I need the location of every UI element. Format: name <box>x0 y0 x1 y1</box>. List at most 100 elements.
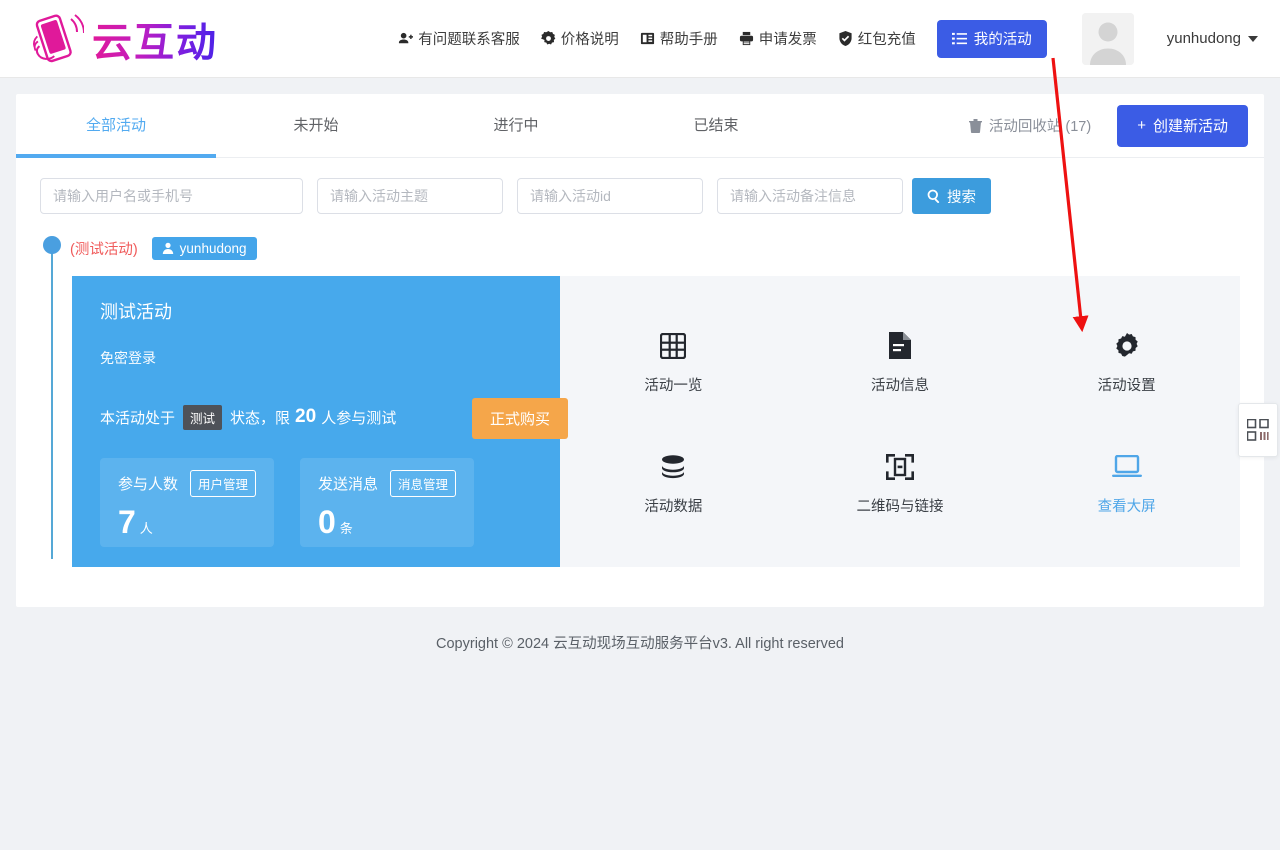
main-panel: 全部活动 未开始 进行中 已结束 活动回收站 (17) + 创建新活动 搜索 (… <box>16 94 1278 607</box>
user-support-icon <box>398 31 414 46</box>
phone-hand-icon <box>26 11 85 67</box>
tool-label: 活动信息 <box>870 377 929 394</box>
stat-unit: 条 <box>339 521 353 536</box>
nav-item-label: 帮助手册 <box>659 32 718 48</box>
tool-label: 二维码与链接 <box>856 499 944 516</box>
printer-icon <box>739 31 754 46</box>
stat-unit: 人 <box>139 521 153 536</box>
stat-label: 参与人数 <box>118 476 179 493</box>
activity-subtitle: 免密登录 <box>100 350 156 366</box>
activity-tools: 活动一览 活动信息 活动设置 活动数据 二维码与链接 查看大屏 <box>560 276 1240 567</box>
status-limit-number: 20 <box>295 406 317 427</box>
nav-item-help-manual[interactable]: 帮助手册 <box>640 28 718 49</box>
nav-item-label: 有问题联系客服 <box>418 32 520 48</box>
status-prefix: 本活动处于 <box>100 409 176 427</box>
tab-ended[interactable]: 已结束 <box>616 94 816 157</box>
tool-qrcode-and-link[interactable]: 二维码与链接 <box>856 452 943 516</box>
gear-icon <box>1114 331 1140 361</box>
logo[interactable]: 云互动 <box>26 10 218 68</box>
nav-item-label: 申请发票 <box>758 32 817 48</box>
activity-header: (测试活动) yunhudong <box>70 236 1264 260</box>
avatar[interactable] <box>1081 12 1134 65</box>
tool-activity-settings[interactable]: 活动设置 <box>1098 331 1156 395</box>
user-management-button[interactable]: 用户管理 <box>190 470 257 497</box>
logo-text: 云互动 <box>92 10 218 68</box>
activity-list: (测试活动) yunhudong 测试活动 免密登录 本活动处于 测试 状态，限… <box>16 228 1264 567</box>
book-icon <box>640 31 655 46</box>
tool-view-bigscreen[interactable]: 查看大屏 <box>1098 452 1156 516</box>
nav-item-redpacket-recharge[interactable]: 红包充值 <box>838 28 916 49</box>
purchase-button[interactable]: 正式购买 <box>471 398 568 439</box>
price-tag-icon <box>540 31 556 46</box>
activity-card-summary: 测试活动 免密登录 本活动处于 测试 状态，限 20 人参与测试 正式购买 参与… <box>72 276 568 567</box>
timeline-line <box>51 252 53 559</box>
activity-status-line: 本活动处于 测试 状态，限 20 人参与测试 正式购买 <box>100 398 568 439</box>
plus-icon: + <box>1137 117 1146 134</box>
recycle-bin-label: 活动回收站 (17) <box>988 119 1092 135</box>
stat-value: 0 <box>318 504 336 540</box>
nav-item-label: 价格说明 <box>560 32 619 48</box>
owner-name: yunhudong <box>179 240 247 256</box>
status-suffix: 人参与测试 <box>321 409 397 427</box>
nav-item-invoice[interactable]: 申请发票 <box>739 28 817 49</box>
stat-messages: 发送消息 消息管理 0 条 <box>300 458 474 547</box>
activity-owner-badge[interactable]: yunhudong <box>151 236 257 260</box>
activity-card: 测试活动 免密登录 本活动处于 测试 状态，限 20 人参与测试 正式购买 参与… <box>72 276 1240 567</box>
search-input-activity-id[interactable] <box>517 178 703 214</box>
qr-scan-icon <box>885 452 914 482</box>
user-menu[interactable]: yunhudong <box>1167 30 1258 47</box>
database-icon <box>660 452 686 482</box>
create-activity-button[interactable]: + 创建新活动 <box>1117 104 1248 147</box>
shield-check-icon <box>838 31 853 46</box>
search-icon <box>927 189 940 203</box>
qr-code-icon <box>1247 419 1269 441</box>
chevron-down-icon <box>1248 35 1258 42</box>
tool-label: 查看大屏 <box>1097 499 1156 516</box>
search-input-topic[interactable] <box>317 178 503 214</box>
nav-item-price[interactable]: 价格说明 <box>540 28 619 49</box>
tab-all-activities[interactable]: 全部活动 <box>16 94 216 158</box>
status-mid: 状态，限 <box>230 409 291 427</box>
tool-label: 活动一览 <box>644 377 703 394</box>
search-input-remark[interactable] <box>717 178 903 214</box>
my-activity-button[interactable]: 我的活动 <box>936 19 1047 58</box>
nav-item-label: 红包充值 <box>857 32 916 48</box>
username-label: yunhudong <box>1166 30 1241 47</box>
tool-activity-info[interactable]: 活动信息 <box>871 331 929 395</box>
tab-in-progress[interactable]: 进行中 <box>416 94 616 157</box>
search-button-label: 搜索 <box>947 189 976 206</box>
footer: Copyright © 2024 云互动现场互动服务平台v3. All righ… <box>436 636 844 652</box>
stat-value: 7 <box>118 504 136 540</box>
header-nav: 有问题联系客服 价格说明 帮助手册 申请发票 红包充值 我的活动 yunhudo… <box>398 12 1258 65</box>
search-input-username[interactable] <box>40 178 303 214</box>
tool-activity-data[interactable]: 活动数据 <box>644 452 702 516</box>
timeline-dot <box>43 236 61 254</box>
tool-activity-overview[interactable]: 活动一览 <box>644 331 702 395</box>
tool-label: 活动数据 <box>644 499 703 516</box>
tab-bar: 全部活动 未开始 进行中 已结束 活动回收站 (17) + 创建新活动 <box>16 94 1264 158</box>
side-qrcode-tab[interactable] <box>1238 403 1278 457</box>
search-bar: 搜索 <box>16 158 1264 228</box>
status-badge: 测试 <box>183 404 223 430</box>
nav-item-contact-support[interactable]: 有问题联系客服 <box>398 28 520 49</box>
tab-not-started[interactable]: 未开始 <box>216 94 416 157</box>
tool-label: 活动设置 <box>1097 377 1156 394</box>
stat-label: 发送消息 <box>318 476 379 493</box>
document-icon <box>888 331 911 361</box>
activity-stats: 参与人数 用户管理 7 人 发送消息 消息管理 0 条 <box>100 458 536 547</box>
monitor-icon <box>1111 452 1142 482</box>
activity-title: 测试活动 <box>100 302 172 322</box>
default-user-avatar <box>1081 12 1134 65</box>
test-activity-tag: (测试活动) <box>70 241 138 258</box>
list-icon <box>951 32 967 45</box>
recycle-bin-link[interactable]: 活动回收站 (17) <box>968 115 1092 136</box>
my-activity-label: 我的活动 <box>973 32 1032 48</box>
person-icon <box>162 242 173 254</box>
stat-participants: 参与人数 用户管理 7 人 <box>100 458 274 547</box>
grid-icon <box>660 331 687 361</box>
create-activity-label: 创建新活动 <box>1152 118 1228 135</box>
trash-icon <box>968 118 982 133</box>
message-management-button[interactable]: 消息管理 <box>390 470 457 497</box>
app-header: 云互动 有问题联系客服 价格说明 帮助手册 申请发票 红包充值 我的活动 yun… <box>0 0 1280 78</box>
search-button[interactable]: 搜索 <box>912 178 991 214</box>
